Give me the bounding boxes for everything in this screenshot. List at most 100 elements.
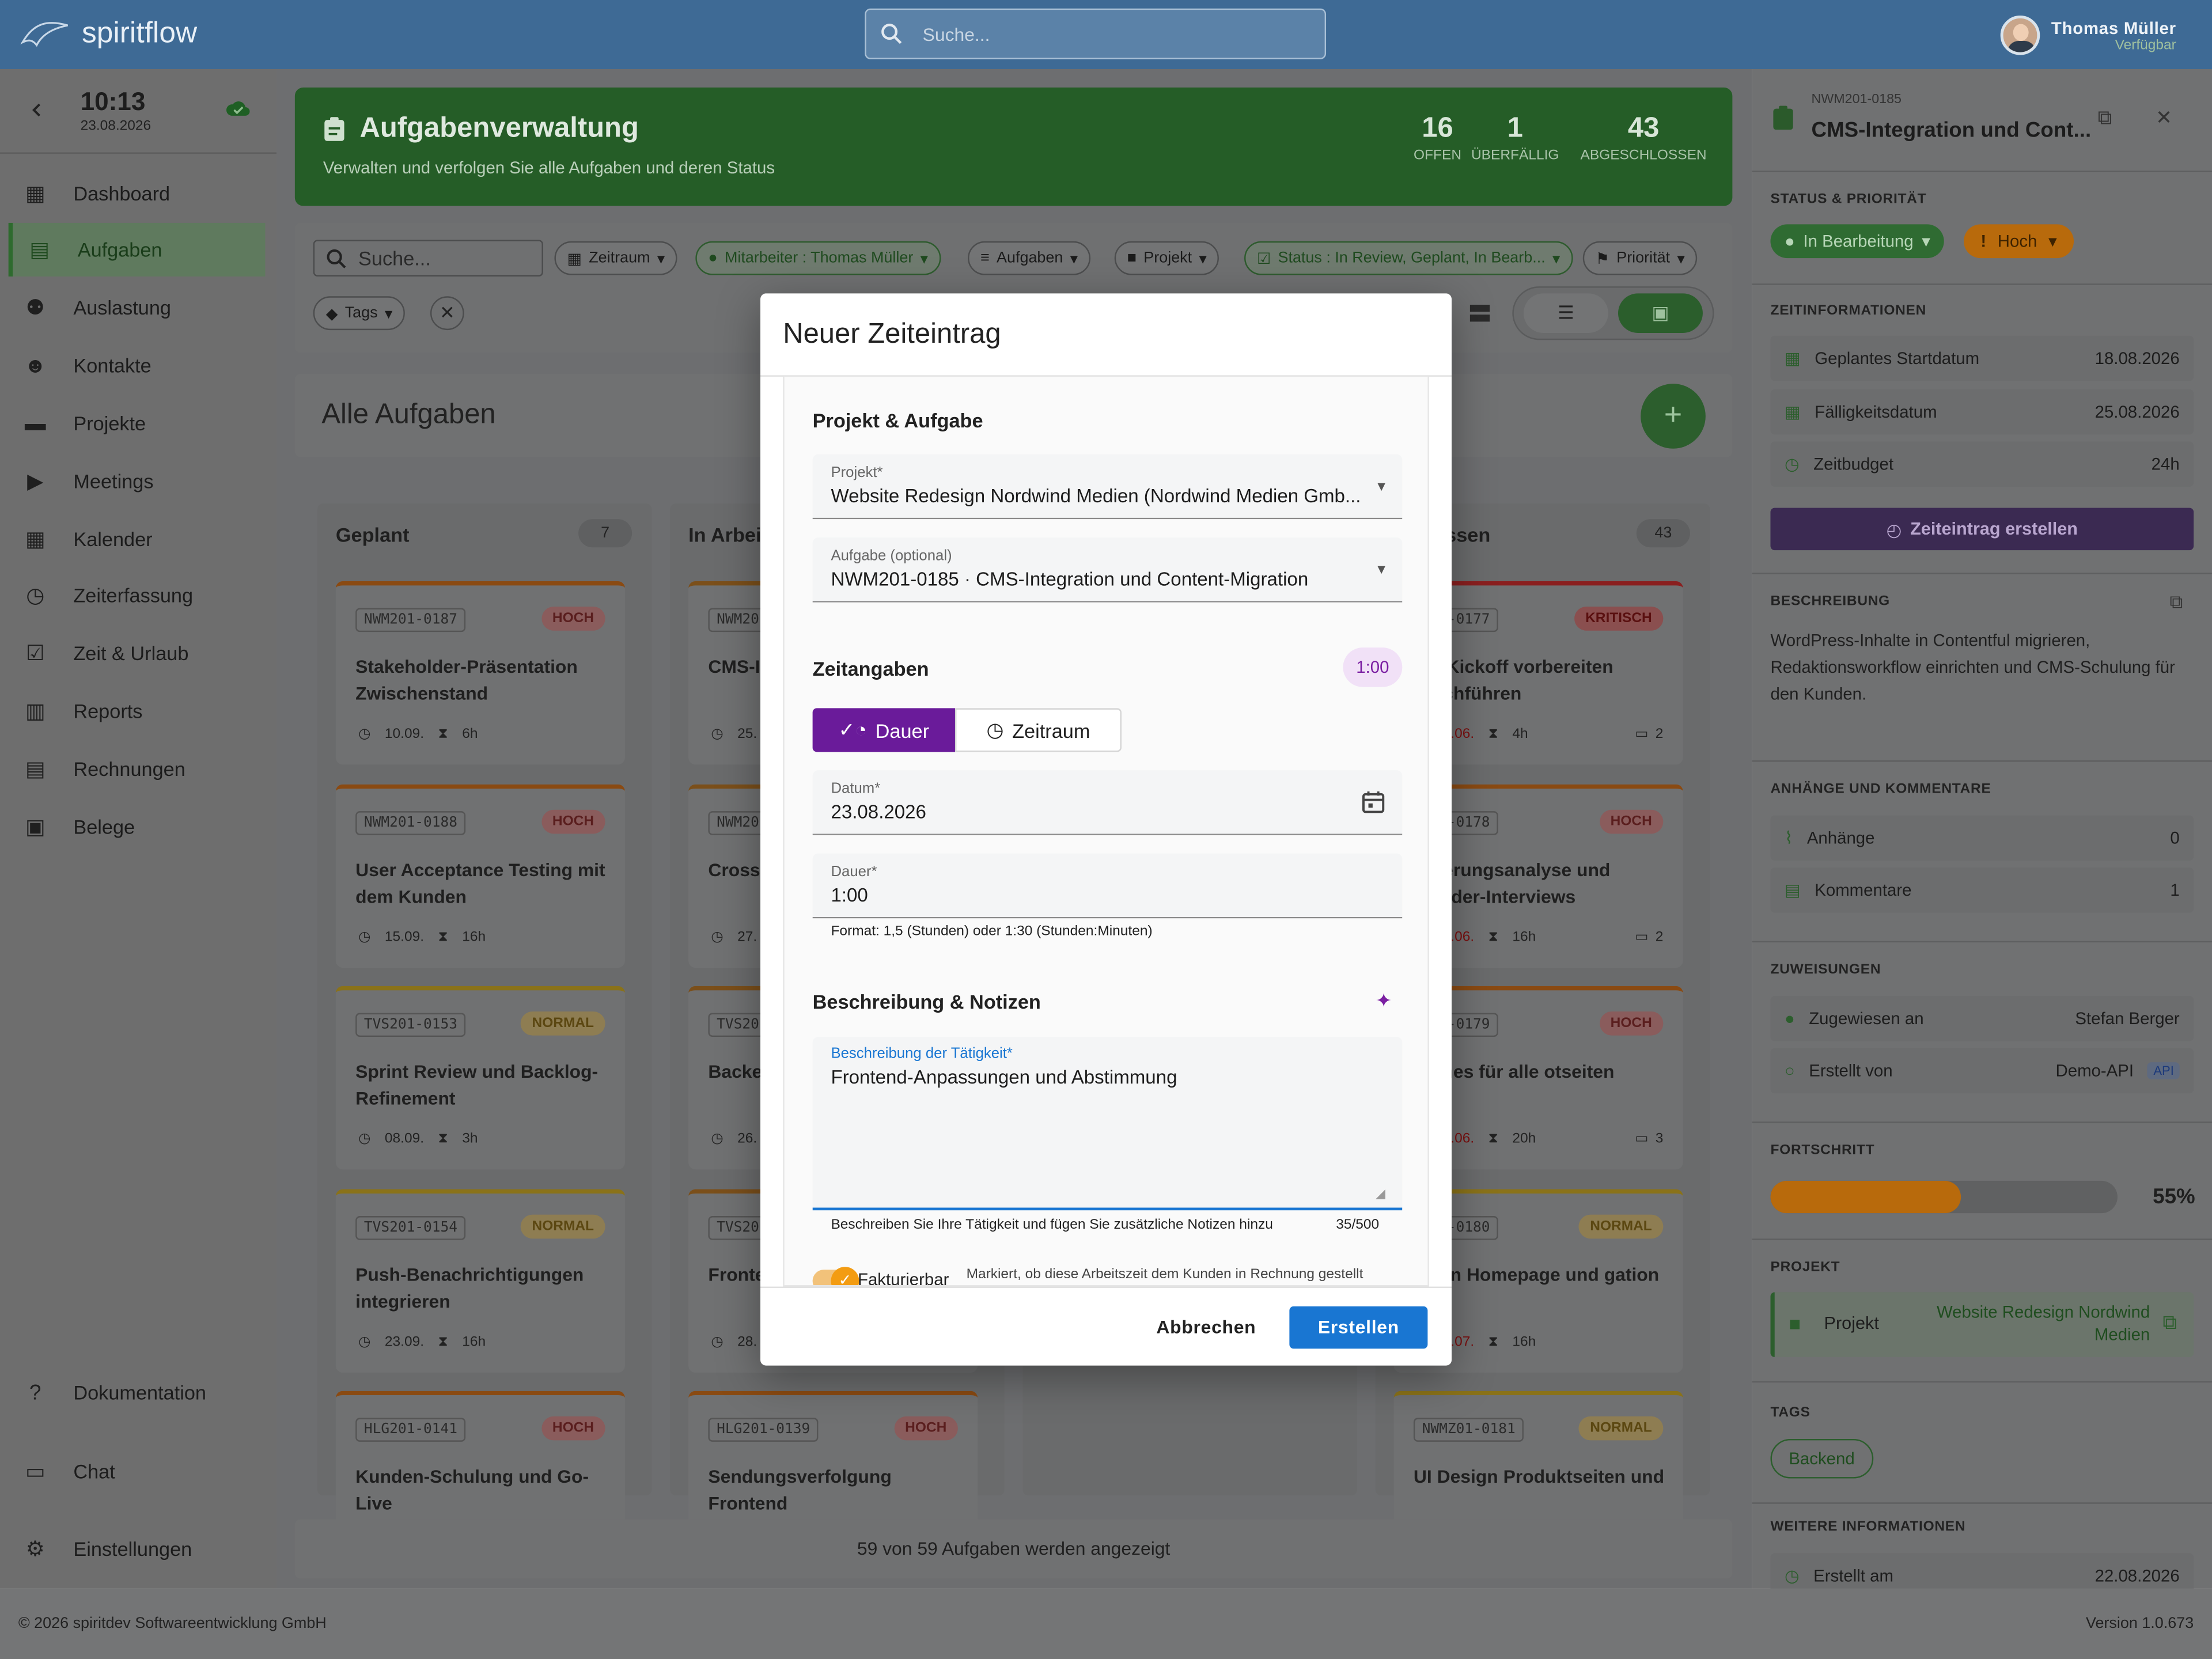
close-panel-icon[interactable]: ✕ (2156, 106, 2172, 130)
stat-done: 43 ABGESCHLOSSEN (1578, 113, 1708, 164)
start-date-row: ▦ Geplantes Startdatum 18.08.2026 (1770, 335, 2194, 381)
comments-row[interactable]: ▤ Kommentare 1 (1770, 868, 2194, 913)
duration-toggle[interactable]: ✓◔ Dauer (812, 708, 955, 752)
create-button[interactable]: Erstellen (1289, 1306, 1428, 1349)
filter-prioritaet[interactable]: ⚑ Priorität ▾ (1582, 241, 1698, 275)
open-external-icon[interactable]: ⧉ (2098, 106, 2112, 130)
checklist-icon: ☑ (1257, 250, 1271, 268)
task-date: 08.09. (384, 1131, 425, 1147)
attachments-label: Anhänge (1806, 828, 1875, 848)
add-task-button[interactable]: + (1641, 384, 1706, 449)
chart-icon: ▥ (25, 699, 46, 724)
range-toggle[interactable]: ◷ Zeitraum (955, 708, 1122, 752)
filter-projekt[interactable]: ■ Projekt ▾ (1114, 241, 1220, 275)
sidebar-item-label: Rechnungen (73, 757, 185, 781)
created-by-value: Demo-API (2055, 1060, 2134, 1081)
divider (1752, 283, 2212, 285)
calendar-icon[interactable] (1361, 790, 1385, 814)
project-select[interactable]: Projekt* Website Redesign Nordwind Medie… (812, 454, 1403, 520)
bird-logo-icon (20, 22, 68, 47)
sidebar-item-dokumentation[interactable]: ? Dokumentation (9, 1366, 266, 1419)
magic-wand-icon[interactable]: ✦ (1376, 989, 1392, 1013)
filter-aufgaben[interactable]: ≡ Aufgaben ▾ (968, 241, 1091, 275)
project-link[interactable]: ■ Projekt Website Redesign Nordwind Medi… (1770, 1292, 2194, 1357)
priority-chip[interactable]: ! Hoch ▾ (1964, 224, 2074, 259)
task-code: NWMZ01-0181 (1413, 1418, 1524, 1442)
task-card[interactable]: NWM201-0187 HOCH Stakeholder-Präsentation … (335, 581, 625, 765)
calendar-icon: ▦ (567, 250, 582, 268)
tags-section-title: TAGS (1770, 1405, 1810, 1421)
filter-tags[interactable]: ◆ Tags ▾ (313, 296, 406, 331)
sidebar-item-zeit-urlaub[interactable]: ☑ Zeit & Urlaub (9, 626, 266, 680)
duration-hint: Format: 1,5 (Stunden) oder 1:30 (Stunden… (831, 924, 1153, 940)
chevron-down-icon: ▾ (920, 250, 929, 268)
resize-handle-icon[interactable]: ◢ (1376, 1187, 1385, 1202)
date-field[interactable]: Datum* 23.08.2026 (812, 770, 1403, 835)
sidebar-item-projekte[interactable]: ▬ Projekte (9, 396, 266, 450)
briefcase-icon: ▬ (24, 411, 46, 435)
sidebar-item-auslastung[interactable]: ⚉ Auslastung (9, 281, 266, 334)
task-search-placeholder: Suche... (358, 247, 431, 270)
priority-badge: NORMAL (520, 1214, 605, 1238)
sidebar-item-zeiterfassung[interactable]: ◷ Zeiterfassung (9, 569, 266, 622)
board-view-button[interactable]: ▣ (1618, 293, 1703, 333)
cancel-button[interactable]: Abbrechen (1141, 1306, 1271, 1349)
sidebar-item-aufgaben[interactable]: ▤ Aufgaben (8, 222, 266, 277)
task-select[interactable]: Aufgabe (optional) NWM201-0185 · CMS-Int… (812, 537, 1403, 603)
priority-badge: HOCH (1599, 1011, 1664, 1036)
collapse-sidebar-icon[interactable] (25, 99, 48, 121)
app-logo[interactable]: spiritflow (20, 12, 197, 56)
sidebar-item-rechnungen[interactable]: ▤ Rechnungen (9, 742, 266, 796)
copy-icon[interactable]: ⧉ (2170, 591, 2183, 613)
description-textarea[interactable]: Beschreibung der Tätigkeit* Frontend-Anp… (812, 1037, 1403, 1211)
task-date: 27. (737, 929, 757, 945)
duration-field[interactable]: Dauer* 1:00 (812, 853, 1403, 919)
sidebar-item-dashboard[interactable]: ▦ Dashboard (9, 166, 266, 220)
sidebar-item-kontakte[interactable]: ☻ Kontakte (9, 339, 266, 392)
description-counter: 35/500 (1336, 1217, 1380, 1233)
task-date: 23.09. (384, 1334, 425, 1350)
sidebar-item-belege[interactable]: ▣ Belege (9, 800, 266, 854)
sidebar-item-meetings[interactable]: ▶ Meetings (9, 454, 266, 508)
duration-field-label: Dauer* (831, 863, 877, 881)
view-density-icon[interactable] (1467, 301, 1493, 326)
user-menu[interactable]: Thomas Müller Verfügbar (2000, 15, 2176, 55)
due-date-label: Fälligkeitsdatum (1815, 402, 1937, 422)
folder-icon: ■ (1127, 249, 1137, 267)
clear-filters-button[interactable]: ✕ (430, 296, 464, 331)
date-field-label: Datum* (831, 780, 881, 797)
task-card[interactable]: NWM201-0188 HOCH User Acceptance Testing m… (335, 783, 625, 967)
status-chip[interactable]: ● In Bearbeitung ▾ (1770, 224, 1945, 259)
sidebar-item-einstellungen[interactable]: ⚙ Einstellungen (9, 1522, 266, 1575)
exclamation-icon: ! (1980, 231, 1987, 251)
sidebar-item-kalender[interactable]: ▦ Kalender (9, 512, 266, 566)
task-card[interactable]: TVS201-0153 NORMAL Sprint Review und Backl… (335, 986, 625, 1170)
sidebar-item-label: Dokumentation (73, 1381, 206, 1404)
task-code: NWM201-0187 (355, 608, 466, 632)
billable-switch[interactable]: ✓ (812, 1267, 859, 1286)
task-title: Sprint Review und Backlog-Refinement (355, 1060, 599, 1109)
sidebar-item-label: Projekte (73, 412, 146, 435)
create-time-entry-button[interactable]: ◴ Zeiteintrag erstellen (1770, 507, 2194, 551)
global-search[interactable]: Suche... (865, 8, 1327, 59)
task-card[interactable]: TVS201-0154 NORMAL Push-Benachrichtigungen… (335, 1188, 625, 1372)
budget-value: 24h (2151, 454, 2180, 474)
filter-zeitraum[interactable]: ▦ Zeitraum ▾ (554, 241, 678, 275)
list-view-button[interactable]: ☰ (1523, 293, 1608, 333)
filter-mitarbeiter[interactable]: ● Mitarbeiter : Thomas Müller ▾ (695, 241, 941, 275)
progress-text: 55% (2153, 1185, 2195, 1209)
task-comments: ▭ 2 (1635, 929, 1663, 945)
tag-chip[interactable]: Backend (1770, 1438, 1873, 1479)
divider (1752, 1238, 2212, 1240)
filter-status[interactable]: ☑ Status : In Review, Geplant, In Bearb..… (1244, 241, 1573, 275)
page-subtitle: Verwalten und verfolgen Sie alle Aufgabe… (323, 158, 775, 178)
hourglass-icon: ⧗ (1488, 929, 1498, 945)
comments-label: Kommentare (1815, 880, 1912, 900)
receipt-icon: ▤ (25, 757, 46, 782)
sidebar-item-reports[interactable]: ▥ Reports (9, 684, 266, 738)
attachments-row[interactable]: ⌇ Anhänge 0 (1770, 815, 2194, 861)
detail-title: CMS-Integration und Cont... (1811, 118, 2092, 143)
sidebar-item-chat[interactable]: ▭ Chat (9, 1445, 266, 1498)
divider (1752, 573, 2212, 574)
task-search-input[interactable]: Suche... (313, 240, 543, 277)
